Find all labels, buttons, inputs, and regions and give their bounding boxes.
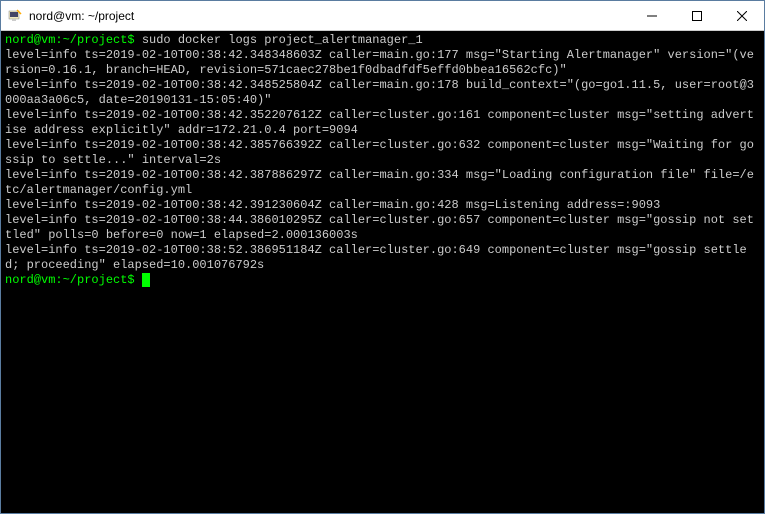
titlebar[interactable]: nord@vm: ~/project [1, 1, 764, 31]
terminal-window: nord@vm: ~/project nord@vm:~/project$ su… [0, 0, 765, 514]
terminal-content[interactable]: nord@vm:~/project$ sudo docker logs proj… [1, 31, 764, 513]
log-output: level=info ts=2019-02-10T00:38:42.391230… [5, 198, 660, 212]
shell-prompt: nord@vm:~/project$ [5, 273, 135, 287]
log-output: level=info ts=2019-02-10T00:38:42.348348… [5, 48, 754, 77]
shell-command: sudo docker logs project_alertmanager_1 [142, 33, 423, 47]
log-output: level=info ts=2019-02-10T00:38:44.386010… [5, 213, 754, 242]
shell-prompt: nord@vm:~/project$ [5, 33, 135, 47]
log-output: level=info ts=2019-02-10T00:38:42.352207… [5, 108, 754, 137]
maximize-button[interactable] [674, 1, 719, 30]
window-controls [629, 1, 764, 30]
close-button[interactable] [719, 1, 764, 30]
log-output: level=info ts=2019-02-10T00:38:52.386951… [5, 243, 747, 272]
cursor-icon [142, 273, 150, 287]
log-output: level=info ts=2019-02-10T00:38:42.387886… [5, 168, 754, 197]
window-title: nord@vm: ~/project [29, 9, 629, 23]
log-output: level=info ts=2019-02-10T00:38:42.348525… [5, 78, 754, 107]
minimize-button[interactable] [629, 1, 674, 30]
log-output: level=info ts=2019-02-10T00:38:42.385766… [5, 138, 754, 167]
putty-icon [7, 8, 23, 24]
